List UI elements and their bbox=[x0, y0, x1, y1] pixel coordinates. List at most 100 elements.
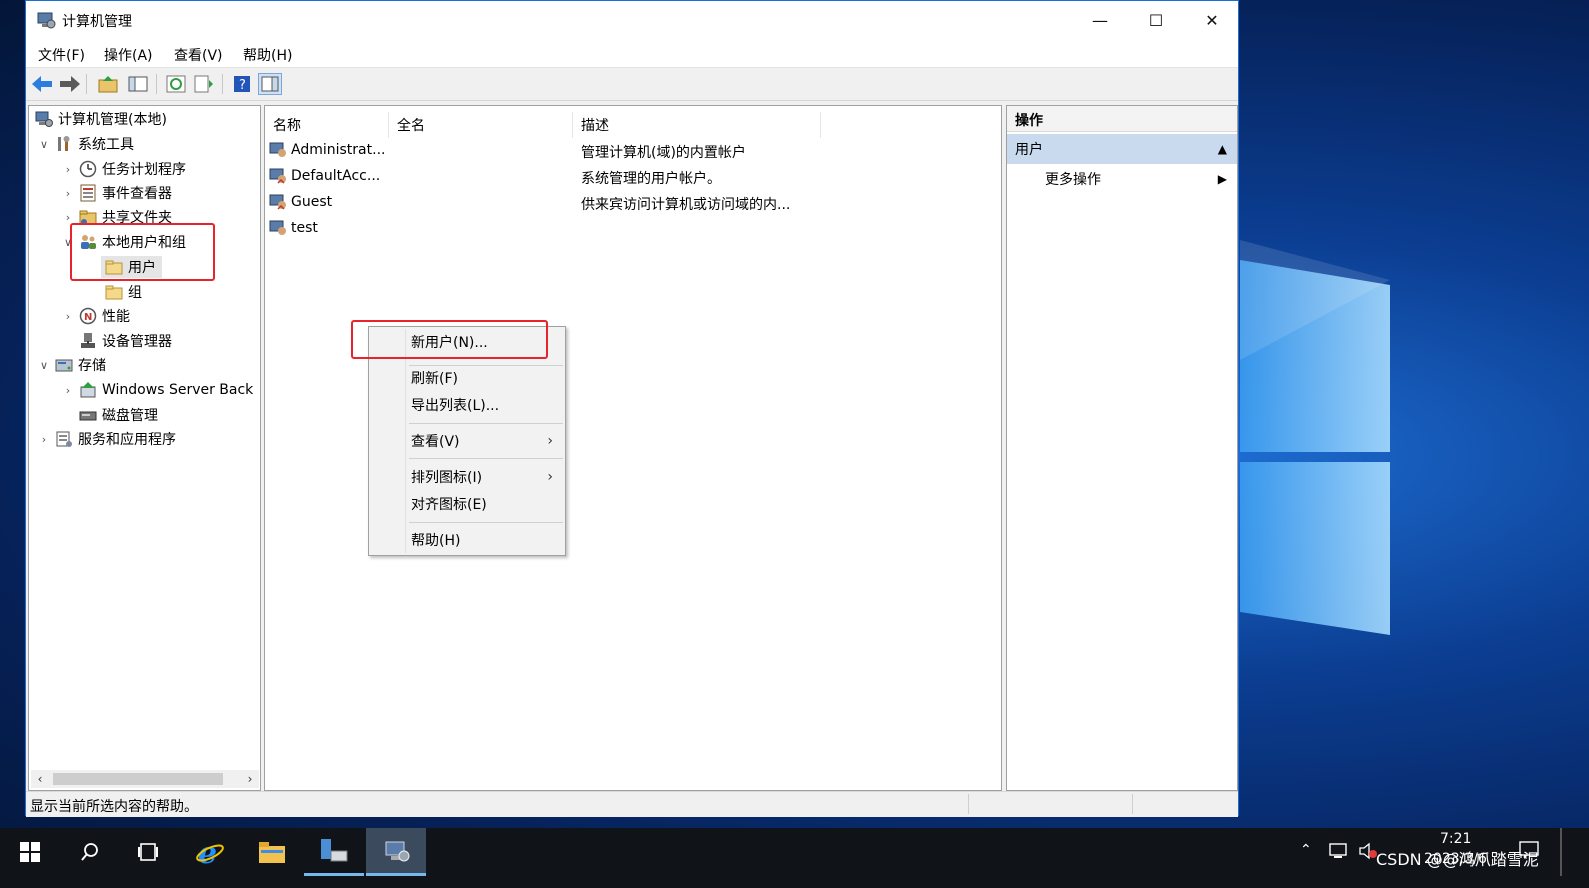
services-icon bbox=[56, 431, 72, 447]
menu-item-label: 导出列表(L)... bbox=[411, 398, 500, 414]
scrollbar-thumb[interactable] bbox=[53, 773, 223, 785]
storage-icon bbox=[55, 359, 73, 372]
clock-time[interactable]: 7:21 bbox=[1440, 831, 1471, 847]
menu-file[interactable]: 文件(F) bbox=[38, 45, 85, 65]
show-desktop-button[interactable] bbox=[1560, 828, 1562, 876]
chevron-right-icon[interactable]: › bbox=[61, 163, 75, 176]
tree-item-groups[interactable]: 组 bbox=[101, 281, 142, 303]
menu-item-label: 对齐图标(E) bbox=[411, 497, 487, 513]
chevron-down-icon[interactable]: ∨ bbox=[37, 138, 51, 151]
tree-item-windows-server-backup[interactable]: › Windows Server Back bbox=[61, 379, 253, 401]
column-header-name[interactable]: 名称 bbox=[265, 112, 389, 138]
scroll-left-icon[interactable]: ‹ bbox=[31, 770, 49, 788]
menu-item-refresh[interactable]: 刷新(F) bbox=[369, 365, 565, 391]
collapse-up-icon[interactable]: ▲ bbox=[1218, 142, 1227, 156]
notification-icon[interactable] bbox=[1518, 840, 1540, 860]
user-name: DefaultAcc... bbox=[291, 168, 381, 184]
start-button[interactable] bbox=[0, 828, 60, 876]
user-icon bbox=[269, 194, 286, 210]
volume-icon[interactable] bbox=[1358, 842, 1378, 860]
tree-item-device-manager[interactable]: 设备管理器 bbox=[75, 330, 172, 352]
file-explorer-button[interactable] bbox=[242, 828, 302, 876]
actions-section-users[interactable]: 用户 ▲ bbox=[1007, 134, 1237, 164]
chevron-right-icon[interactable]: › bbox=[61, 187, 75, 200]
menu-item-label: 查看(V) bbox=[411, 434, 460, 450]
tree-item-event-viewer[interactable]: › 事件查看器 bbox=[61, 182, 172, 204]
backup-icon bbox=[80, 382, 96, 398]
table-row[interactable]: test bbox=[269, 216, 318, 240]
menu-item-help[interactable]: 帮助(H) bbox=[369, 527, 565, 553]
menu-item-export-list[interactable]: 导出列表(L)... bbox=[369, 392, 565, 418]
tools-icon bbox=[58, 136, 70, 151]
table-row[interactable]: DefaultAcc... bbox=[269, 164, 380, 188]
tree-item-system-tools[interactable]: ∨ 系统工具 bbox=[37, 133, 134, 155]
tree-item-services-apps[interactable]: › 服务和应用程序 bbox=[37, 428, 176, 450]
user-name: Guest bbox=[291, 194, 333, 210]
title-bar: 计算机管理 — ☐ ✕ bbox=[26, 1, 1238, 39]
chevron-down-icon[interactable]: ∨ bbox=[37, 359, 51, 372]
tree-root[interactable]: 计算机管理(本地) bbox=[31, 108, 167, 130]
forward-arrow-icon[interactable] bbox=[58, 73, 82, 95]
back-arrow-icon[interactable] bbox=[30, 73, 54, 95]
up-folder-icon[interactable] bbox=[96, 73, 120, 95]
user-description: 系统管理的用户帐户。 bbox=[581, 171, 721, 187]
highlight-box-new-user bbox=[351, 320, 548, 359]
show-hide-tree-icon[interactable] bbox=[126, 73, 150, 95]
computer-management-taskbar-button[interactable] bbox=[366, 828, 426, 876]
tree-item-performance[interactable]: › N 性能 bbox=[61, 305, 130, 327]
column-header-description[interactable]: 描述 bbox=[573, 112, 821, 138]
chevron-right-icon: › bbox=[547, 469, 553, 485]
chevron-right-icon[interactable]: › bbox=[61, 384, 75, 397]
svg-text:?: ? bbox=[239, 78, 246, 93]
menu-bar: 文件(F) 操作(A) 查看(V) 帮助(H) bbox=[26, 39, 1238, 67]
maximize-button[interactable]: ☐ bbox=[1128, 1, 1184, 39]
minimize-button[interactable]: — bbox=[1072, 1, 1128, 39]
action-more-actions[interactable]: 更多操作 bbox=[1045, 168, 1101, 190]
status-text: 显示当前所选内容的帮助。 bbox=[30, 799, 198, 815]
window-title: 计算机管理 bbox=[62, 14, 132, 30]
tree-item-disk-management[interactable]: 磁盘管理 bbox=[75, 404, 158, 426]
chevron-right-icon[interactable]: › bbox=[61, 310, 75, 323]
user-icon bbox=[269, 220, 286, 235]
task-view-button[interactable] bbox=[118, 828, 178, 876]
tree-item-label: 组 bbox=[128, 285, 142, 301]
scroll-right-icon[interactable]: › bbox=[241, 770, 259, 788]
user-name: Administrat... bbox=[291, 142, 386, 158]
actions-header: 操作 bbox=[1007, 106, 1237, 132]
tree-item-storage[interactable]: ∨ 存储 bbox=[37, 354, 106, 376]
help-icon[interactable]: ? bbox=[230, 73, 254, 95]
export-list-icon[interactable] bbox=[192, 73, 216, 95]
menu-item-align-icons[interactable]: 对齐图标(E) bbox=[369, 491, 565, 517]
tray-chevron-up-icon[interactable]: ⌃ bbox=[1300, 842, 1312, 858]
search-button[interactable] bbox=[60, 828, 120, 876]
tree-item-task-scheduler[interactable]: › 任务计划程序 bbox=[61, 158, 186, 180]
menu-item-arrange-icons[interactable]: 排列图标(I) › bbox=[369, 464, 565, 490]
chevron-right-icon[interactable]: › bbox=[37, 433, 51, 446]
close-button[interactable]: ✕ bbox=[1184, 1, 1240, 39]
network-icon[interactable] bbox=[1328, 842, 1350, 860]
column-header-fullname[interactable]: 全名 bbox=[389, 112, 573, 138]
device-manager-icon bbox=[81, 333, 95, 348]
menu-help[interactable]: 帮助(H) bbox=[243, 45, 292, 65]
tree-item-label: 任务计划程序 bbox=[102, 162, 186, 178]
menu-view[interactable]: 查看(V) bbox=[174, 45, 223, 65]
computer-management-icon bbox=[37, 12, 56, 29]
clock-date[interactable]: 2023/3/6 bbox=[1424, 851, 1487, 867]
refresh-icon[interactable] bbox=[164, 73, 188, 95]
menu-item-view[interactable]: 查看(V) › bbox=[369, 428, 565, 454]
internet-explorer-button[interactable]: e bbox=[180, 828, 240, 876]
tree-horizontal-scrollbar[interactable]: ‹ › bbox=[31, 770, 259, 788]
internet-explorer-icon: e bbox=[196, 837, 224, 867]
menu-action[interactable]: 操作(A) bbox=[104, 45, 153, 65]
disk-icon bbox=[79, 411, 97, 421]
svg-text:N: N bbox=[84, 312, 92, 323]
windows-start-icon bbox=[20, 842, 40, 862]
tree-item-label: 系统工具 bbox=[78, 137, 134, 153]
table-row[interactable]: Administrat... bbox=[269, 138, 385, 162]
show-action-pane-icon[interactable] bbox=[258, 73, 282, 95]
status-divider bbox=[1132, 794, 1133, 814]
chevron-right-icon[interactable]: › bbox=[61, 211, 75, 224]
table-row[interactable]: Guest bbox=[269, 190, 332, 214]
status-bar: 显示当前所选内容的帮助。 bbox=[26, 791, 1238, 817]
server-manager-button[interactable] bbox=[304, 828, 364, 876]
